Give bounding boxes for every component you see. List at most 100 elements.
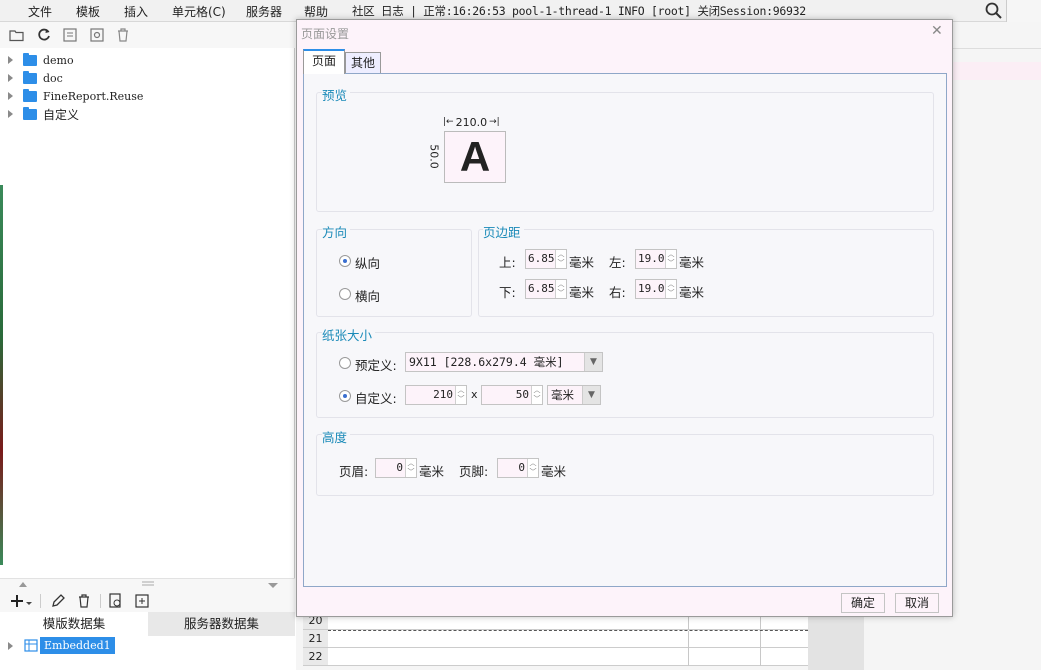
paper-size-title: 纸张大小	[322, 325, 376, 344]
spin-down-icon[interactable]: ﹀	[666, 289, 676, 298]
spin-down-icon[interactable]: ﹀	[556, 259, 566, 268]
refresh-icon[interactable]	[36, 27, 52, 43]
height-group: 高度 页眉: 0 ︿ ﹀ 毫米 页脚: 0 ︿ ﹀ 毫米	[316, 427, 934, 496]
tree-item-demo[interactable]: demo	[8, 51, 74, 69]
cancel-button[interactable]: 取消	[895, 593, 939, 613]
margin-left-label: 左:	[609, 255, 626, 270]
header-spinner[interactable]: 0 ︿ ﹀	[375, 458, 417, 478]
times-label: x	[471, 388, 478, 401]
chevron-down-icon[interactable]: ▼	[584, 353, 602, 371]
expand-arrow-icon[interactable]	[8, 74, 13, 82]
spin-down-icon[interactable]: ﹀	[532, 395, 542, 404]
portrait-label[interactable]: 纵向	[355, 253, 380, 272]
template-toolbar	[0, 22, 295, 48]
footer-spinner[interactable]: 0 ︿ ﹀	[497, 458, 539, 478]
tab-page[interactable]: 页面	[303, 49, 345, 74]
spin-down-icon[interactable]: ﹀	[456, 395, 466, 404]
margin-bottom-spinner[interactable]: 6.85 ︿ ﹀	[525, 279, 567, 299]
custom-label[interactable]: 自定义:	[355, 388, 397, 407]
arrow-right-icon: →|	[489, 117, 500, 127]
close-icon[interactable]: ✕	[931, 24, 945, 38]
menu-community-label[interactable]: 社区	[352, 4, 375, 18]
margin-top-unit: 毫米	[569, 255, 595, 270]
delete-icon[interactable]	[115, 27, 131, 43]
landscape-radio[interactable]	[339, 288, 351, 300]
orientation-title: 方向	[322, 222, 351, 241]
open-folder-icon[interactable]	[9, 27, 25, 43]
spin-up-icon[interactable]: ︿	[532, 386, 542, 395]
folder-icon	[23, 106, 37, 120]
edit-icon[interactable]	[50, 593, 66, 609]
ok-button[interactable]: 确定	[841, 593, 885, 613]
dataset-item-embedded1[interactable]: Embedded1	[40, 637, 115, 654]
tree-item-custom[interactable]: 自定义	[8, 105, 79, 123]
tree-item-doc[interactable]: doc	[8, 69, 63, 87]
spin-down-icon[interactable]: ﹀	[528, 468, 538, 477]
paper-height-spinner[interactable]: 50 ︿ ﹀	[481, 385, 543, 405]
preview-dataset-icon[interactable]	[108, 593, 124, 609]
template-info-icon[interactable]	[62, 27, 78, 43]
row-header-21[interactable]: 21	[303, 630, 328, 648]
menu-file[interactable]: 文件	[28, 3, 52, 20]
expand-arrow-icon[interactable]	[8, 56, 13, 64]
spin-up-icon[interactable]: ︿	[666, 280, 676, 289]
expand-arrow-icon[interactable]	[8, 110, 13, 118]
menu-help[interactable]: 帮助	[304, 3, 328, 20]
tree-item-finereport-reuse[interactable]: FineReport.Reuse	[8, 87, 143, 105]
spin-up-icon[interactable]: ︿	[456, 386, 466, 395]
selected-cell-row[interactable]	[952, 62, 1041, 80]
add-dataset-icon[interactable]	[9, 593, 33, 609]
paper-width-spinner[interactable]: 210 ︿ ﹀	[405, 385, 467, 405]
dataset-tabs: 模版数据集 服务器数据集	[0, 612, 295, 636]
margin-right-spinner[interactable]: 19.05︿﹀	[635, 279, 677, 299]
collapse-down-icon[interactable]	[267, 582, 279, 589]
row-header-22[interactable]: 22	[303, 648, 328, 666]
spin-down-icon[interactable]: ﹀	[556, 289, 566, 298]
margin-left-spinner[interactable]: 19.05︿﹀	[635, 249, 677, 269]
grip-icon	[142, 581, 154, 586]
width-dimension: |← 210.0 →|	[443, 115, 507, 129]
spin-up-icon[interactable]: ︿	[528, 459, 538, 468]
landscape-label[interactable]: 横向	[355, 286, 380, 305]
predefined-label[interactable]: 预定义:	[355, 355, 397, 374]
search-icon[interactable]	[984, 1, 1004, 21]
predefined-paper-select[interactable]: 9X11 [228.6x279.4 毫米] ▼	[405, 352, 603, 372]
menu-server[interactable]: 服务器	[246, 3, 282, 20]
dataset-toolbar	[0, 590, 295, 612]
unit-select[interactable]: 毫米 ▼	[547, 385, 601, 405]
tab-template-datasets[interactable]: 模版数据集	[0, 612, 148, 636]
menu-template[interactable]: 模板	[76, 3, 100, 20]
margin-top-spinner[interactable]: 6.85 ︿ ﹀	[525, 249, 567, 269]
separator	[100, 594, 101, 608]
spin-up-icon[interactable]: ︿	[556, 280, 566, 289]
spin-down-icon[interactable]: ﹀	[666, 259, 676, 268]
page-tab-panel: 预览 |← 210.0 →| 50.0 A 方向 纵向 横向 页边距 上: 6.…	[303, 73, 947, 587]
margin-right-label: 右:	[609, 285, 626, 300]
dataset-params-icon[interactable]	[134, 593, 150, 609]
tab-other[interactable]: 其他	[345, 52, 381, 73]
spin-up-icon[interactable]: ︿	[666, 250, 676, 259]
chevron-down-icon[interactable]: ▼	[582, 386, 600, 404]
collapse-up-icon[interactable]	[18, 581, 28, 588]
edge-strip	[0, 185, 3, 565]
portrait-radio[interactable]	[339, 255, 351, 267]
expand-arrow-icon[interactable]	[8, 92, 13, 100]
sheet-row[interactable]	[328, 630, 808, 649]
spin-down-icon[interactable]: ﹀	[406, 468, 416, 477]
predefined-radio[interactable]	[339, 357, 351, 369]
sheet-row[interactable]	[328, 648, 808, 666]
menu-cell[interactable]: 单元格(C)	[172, 3, 226, 20]
window-control[interactable]	[1006, 0, 1041, 22]
height-dimension: 50.0	[427, 131, 441, 183]
custom-radio[interactable]	[339, 390, 351, 402]
tab-server-datasets[interactable]: 服务器数据集	[148, 612, 295, 636]
menu-insert[interactable]: 插入	[124, 3, 148, 20]
delete-dataset-icon[interactable]	[76, 593, 92, 609]
menu-log[interactable]: 日志	[381, 4, 404, 18]
spin-up-icon[interactable]: ︿	[556, 250, 566, 259]
settings-icon[interactable]	[89, 27, 105, 43]
panel-splitter[interactable]	[0, 578, 295, 590]
expand-arrow-icon[interactable]	[8, 642, 13, 650]
spin-up-icon[interactable]: ︿	[406, 459, 416, 468]
folder-icon	[23, 70, 37, 84]
